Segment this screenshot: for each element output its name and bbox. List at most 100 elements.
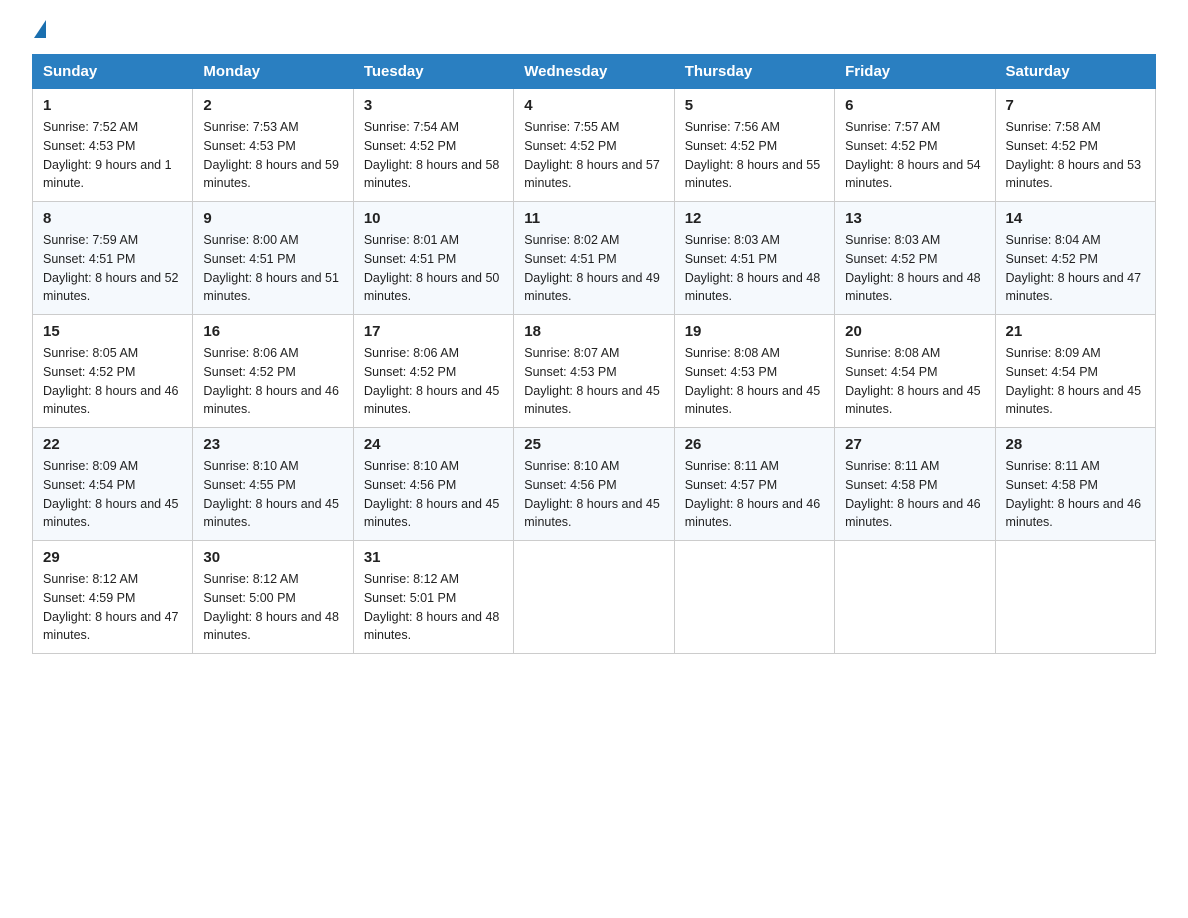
- day-number: 6: [845, 97, 984, 114]
- day-info: Sunrise: 7:58 AMSunset: 4:52 PMDaylight:…: [1006, 120, 1142, 190]
- day-info: Sunrise: 8:12 AMSunset: 4:59 PMDaylight:…: [43, 572, 179, 642]
- day-info: Sunrise: 8:10 AMSunset: 4:56 PMDaylight:…: [524, 459, 660, 529]
- calendar-week-row: 15 Sunrise: 8:05 AMSunset: 4:52 PMDaylig…: [33, 315, 1156, 428]
- calendar-cell: 9 Sunrise: 8:00 AMSunset: 4:51 PMDayligh…: [193, 202, 353, 315]
- day-number: 28: [1006, 436, 1145, 453]
- day-info: Sunrise: 8:01 AMSunset: 4:51 PMDaylight:…: [364, 233, 500, 303]
- calendar-cell: 26 Sunrise: 8:11 AMSunset: 4:57 PMDaylig…: [674, 428, 834, 541]
- day-number: 19: [685, 323, 824, 340]
- day-info: Sunrise: 8:07 AMSunset: 4:53 PMDaylight:…: [524, 346, 660, 416]
- calendar-cell: [514, 541, 674, 654]
- calendar-cell: 18 Sunrise: 8:07 AMSunset: 4:53 PMDaylig…: [514, 315, 674, 428]
- day-info: Sunrise: 8:11 AMSunset: 4:57 PMDaylight:…: [685, 459, 821, 529]
- day-number: 29: [43, 549, 182, 566]
- calendar-week-row: 22 Sunrise: 8:09 AMSunset: 4:54 PMDaylig…: [33, 428, 1156, 541]
- day-number: 10: [364, 210, 503, 227]
- day-number: 11: [524, 210, 663, 227]
- calendar-cell: 4 Sunrise: 7:55 AMSunset: 4:52 PMDayligh…: [514, 89, 674, 202]
- day-number: 1: [43, 97, 182, 114]
- day-info: Sunrise: 7:56 AMSunset: 4:52 PMDaylight:…: [685, 120, 821, 190]
- day-number: 18: [524, 323, 663, 340]
- calendar-cell: 24 Sunrise: 8:10 AMSunset: 4:56 PMDaylig…: [353, 428, 513, 541]
- day-info: Sunrise: 8:12 AMSunset: 5:01 PMDaylight:…: [364, 572, 500, 642]
- calendar-cell: 5 Sunrise: 7:56 AMSunset: 4:52 PMDayligh…: [674, 89, 834, 202]
- day-number: 7: [1006, 97, 1145, 114]
- day-number: 23: [203, 436, 342, 453]
- calendar-cell: 21 Sunrise: 8:09 AMSunset: 4:54 PMDaylig…: [995, 315, 1155, 428]
- column-header-friday: Friday: [835, 55, 995, 89]
- day-number: 20: [845, 323, 984, 340]
- calendar-cell: 12 Sunrise: 8:03 AMSunset: 4:51 PMDaylig…: [674, 202, 834, 315]
- calendar-cell: [835, 541, 995, 654]
- calendar-cell: 13 Sunrise: 8:03 AMSunset: 4:52 PMDaylig…: [835, 202, 995, 315]
- day-number: 17: [364, 323, 503, 340]
- calendar-cell: 2 Sunrise: 7:53 AMSunset: 4:53 PMDayligh…: [193, 89, 353, 202]
- logo-triangle-icon: [34, 20, 46, 38]
- calendar-cell: 29 Sunrise: 8:12 AMSunset: 4:59 PMDaylig…: [33, 541, 193, 654]
- day-info: Sunrise: 8:03 AMSunset: 4:52 PMDaylight:…: [845, 233, 981, 303]
- day-number: 14: [1006, 210, 1145, 227]
- calendar-cell: 11 Sunrise: 8:02 AMSunset: 4:51 PMDaylig…: [514, 202, 674, 315]
- day-info: Sunrise: 8:06 AMSunset: 4:52 PMDaylight:…: [364, 346, 500, 416]
- calendar-cell: 6 Sunrise: 7:57 AMSunset: 4:52 PMDayligh…: [835, 89, 995, 202]
- column-header-thursday: Thursday: [674, 55, 834, 89]
- day-info: Sunrise: 8:08 AMSunset: 4:53 PMDaylight:…: [685, 346, 821, 416]
- column-header-tuesday: Tuesday: [353, 55, 513, 89]
- day-info: Sunrise: 8:02 AMSunset: 4:51 PMDaylight:…: [524, 233, 660, 303]
- day-info: Sunrise: 8:09 AMSunset: 4:54 PMDaylight:…: [43, 459, 179, 529]
- calendar-cell: 17 Sunrise: 8:06 AMSunset: 4:52 PMDaylig…: [353, 315, 513, 428]
- calendar-cell: 16 Sunrise: 8:06 AMSunset: 4:52 PMDaylig…: [193, 315, 353, 428]
- day-info: Sunrise: 8:10 AMSunset: 4:56 PMDaylight:…: [364, 459, 500, 529]
- day-info: Sunrise: 8:04 AMSunset: 4:52 PMDaylight:…: [1006, 233, 1142, 303]
- calendar-header-row: SundayMondayTuesdayWednesdayThursdayFrid…: [33, 55, 1156, 89]
- calendar-cell: 23 Sunrise: 8:10 AMSunset: 4:55 PMDaylig…: [193, 428, 353, 541]
- day-info: Sunrise: 8:10 AMSunset: 4:55 PMDaylight:…: [203, 459, 339, 529]
- day-info: Sunrise: 8:11 AMSunset: 4:58 PMDaylight:…: [845, 459, 981, 529]
- calendar-cell: 8 Sunrise: 7:59 AMSunset: 4:51 PMDayligh…: [33, 202, 193, 315]
- calendar-week-row: 1 Sunrise: 7:52 AMSunset: 4:53 PMDayligh…: [33, 89, 1156, 202]
- logo: [32, 24, 46, 38]
- day-number: 30: [203, 549, 342, 566]
- calendar-table: SundayMondayTuesdayWednesdayThursdayFrid…: [32, 54, 1156, 654]
- calendar-cell: [674, 541, 834, 654]
- day-number: 25: [524, 436, 663, 453]
- day-info: Sunrise: 8:09 AMSunset: 4:54 PMDaylight:…: [1006, 346, 1142, 416]
- day-info: Sunrise: 8:03 AMSunset: 4:51 PMDaylight:…: [685, 233, 821, 303]
- day-info: Sunrise: 7:59 AMSunset: 4:51 PMDaylight:…: [43, 233, 179, 303]
- day-number: 13: [845, 210, 984, 227]
- calendar-cell: 25 Sunrise: 8:10 AMSunset: 4:56 PMDaylig…: [514, 428, 674, 541]
- day-number: 4: [524, 97, 663, 114]
- calendar-cell: 22 Sunrise: 8:09 AMSunset: 4:54 PMDaylig…: [33, 428, 193, 541]
- calendar-cell: 30 Sunrise: 8:12 AMSunset: 5:00 PMDaylig…: [193, 541, 353, 654]
- calendar-cell: 20 Sunrise: 8:08 AMSunset: 4:54 PMDaylig…: [835, 315, 995, 428]
- day-info: Sunrise: 8:06 AMSunset: 4:52 PMDaylight:…: [203, 346, 339, 416]
- calendar-cell: 1 Sunrise: 7:52 AMSunset: 4:53 PMDayligh…: [33, 89, 193, 202]
- calendar-cell: 15 Sunrise: 8:05 AMSunset: 4:52 PMDaylig…: [33, 315, 193, 428]
- calendar-cell: 14 Sunrise: 8:04 AMSunset: 4:52 PMDaylig…: [995, 202, 1155, 315]
- column-header-saturday: Saturday: [995, 55, 1155, 89]
- day-info: Sunrise: 7:57 AMSunset: 4:52 PMDaylight:…: [845, 120, 981, 190]
- column-header-monday: Monday: [193, 55, 353, 89]
- column-header-wednesday: Wednesday: [514, 55, 674, 89]
- calendar-week-row: 29 Sunrise: 8:12 AMSunset: 4:59 PMDaylig…: [33, 541, 1156, 654]
- day-info: Sunrise: 7:54 AMSunset: 4:52 PMDaylight:…: [364, 120, 500, 190]
- page-header: [32, 24, 1156, 38]
- column-header-sunday: Sunday: [33, 55, 193, 89]
- day-info: Sunrise: 7:53 AMSunset: 4:53 PMDaylight:…: [203, 120, 339, 190]
- day-number: 12: [685, 210, 824, 227]
- calendar-cell: [995, 541, 1155, 654]
- day-number: 22: [43, 436, 182, 453]
- day-info: Sunrise: 8:00 AMSunset: 4:51 PMDaylight:…: [203, 233, 339, 303]
- day-info: Sunrise: 8:05 AMSunset: 4:52 PMDaylight:…: [43, 346, 179, 416]
- day-info: Sunrise: 8:08 AMSunset: 4:54 PMDaylight:…: [845, 346, 981, 416]
- calendar-cell: 10 Sunrise: 8:01 AMSunset: 4:51 PMDaylig…: [353, 202, 513, 315]
- day-info: Sunrise: 8:11 AMSunset: 4:58 PMDaylight:…: [1006, 459, 1142, 529]
- day-info: Sunrise: 7:55 AMSunset: 4:52 PMDaylight:…: [524, 120, 660, 190]
- day-number: 24: [364, 436, 503, 453]
- day-number: 2: [203, 97, 342, 114]
- calendar-cell: 3 Sunrise: 7:54 AMSunset: 4:52 PMDayligh…: [353, 89, 513, 202]
- day-number: 16: [203, 323, 342, 340]
- calendar-cell: 7 Sunrise: 7:58 AMSunset: 4:52 PMDayligh…: [995, 89, 1155, 202]
- day-number: 27: [845, 436, 984, 453]
- day-info: Sunrise: 7:52 AMSunset: 4:53 PMDaylight:…: [43, 120, 172, 190]
